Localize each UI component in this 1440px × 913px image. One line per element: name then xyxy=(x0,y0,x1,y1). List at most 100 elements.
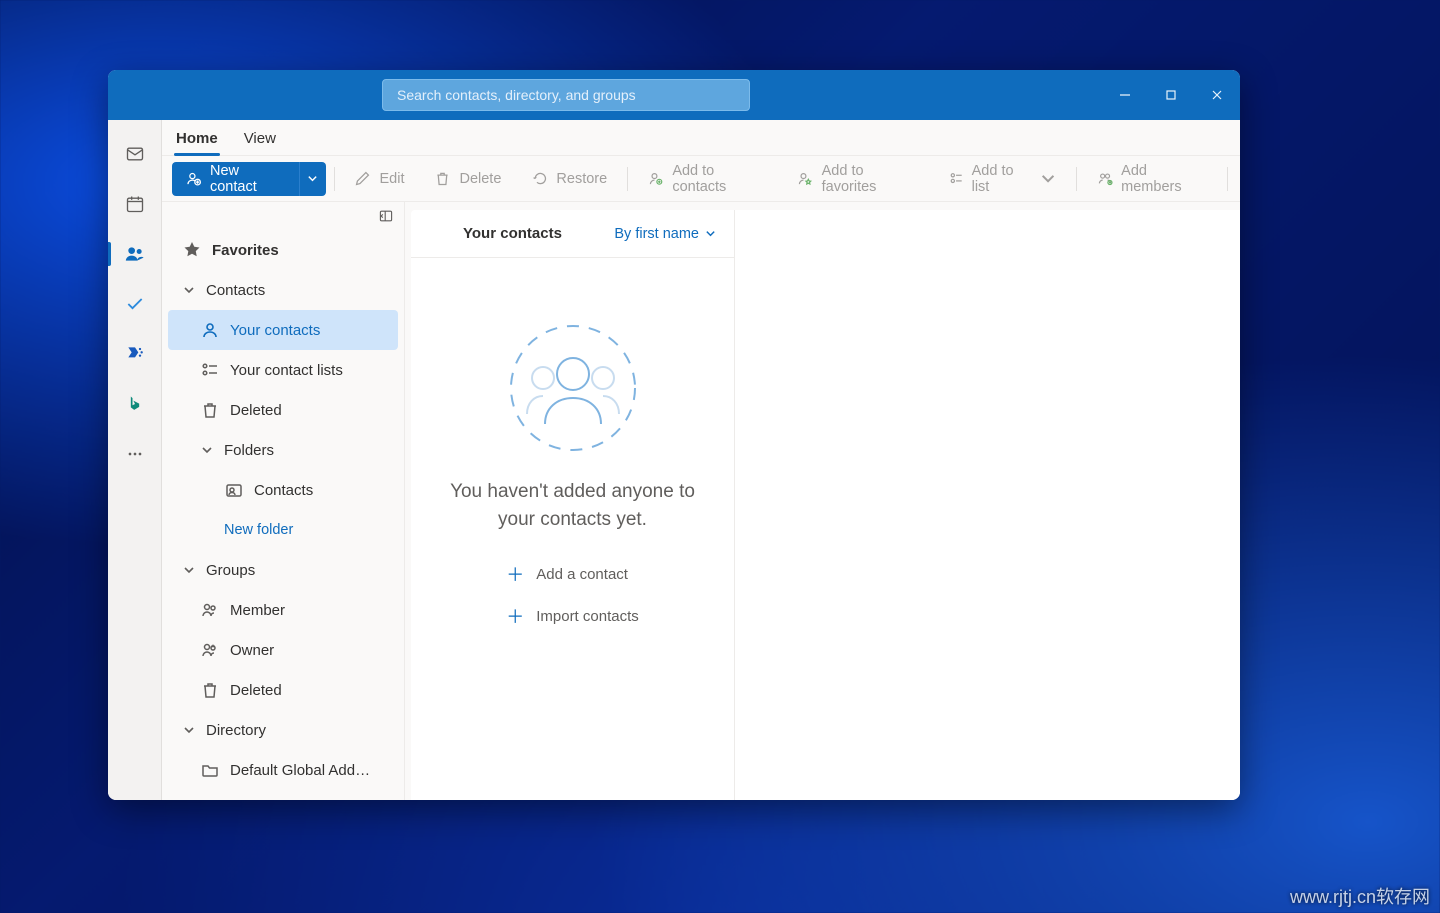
contact-lists-label: Your contact lists xyxy=(230,362,398,379)
restore-label: Restore xyxy=(556,171,607,187)
owner-icon xyxy=(200,640,220,660)
sort-label: By first name xyxy=(614,226,699,242)
separator xyxy=(1227,167,1228,191)
rail-people[interactable] xyxy=(108,238,162,270)
watermark: www.rjtj.cn软存网 xyxy=(1290,883,1430,909)
add-to-contacts-label: Add to contacts xyxy=(672,163,767,195)
nav-member[interactable]: Member xyxy=(168,590,398,630)
search-input[interactable] xyxy=(395,86,737,104)
add-to-favorites-label: Add to favorites xyxy=(822,163,918,195)
app-window: Home View New contact Edit Delete Restor… xyxy=(108,70,1240,800)
sidebar: Favorites Contacts Your contacts Your co… xyxy=(162,202,405,800)
folder-icon xyxy=(200,760,220,780)
favorites-label: Favorites xyxy=(212,242,398,259)
rail-calendar[interactable] xyxy=(108,188,162,220)
import-contacts-label: Import contacts xyxy=(536,608,639,625)
add-members-label: Add members xyxy=(1121,163,1207,195)
separator xyxy=(627,167,628,191)
nav-new-folder[interactable]: New folder xyxy=(168,510,398,550)
nav-groups[interactable]: Groups xyxy=(168,550,398,590)
add-contact-action[interactable]: ＋ Add a contact xyxy=(506,561,639,587)
detail-column xyxy=(735,210,1240,800)
restore-button: Restore xyxy=(519,162,619,196)
list-header: Your contacts By first name xyxy=(411,210,734,258)
directory-label: Directory xyxy=(206,722,398,739)
chevron-down-icon xyxy=(705,228,716,239)
edit-button: Edit xyxy=(342,162,416,196)
new-contact-label: New contact xyxy=(210,163,285,195)
add-to-contacts-button: Add to contacts xyxy=(636,162,779,196)
content: Favorites Contacts Your contacts Your co… xyxy=(162,202,1240,800)
default-gal-label: Default Global Add… xyxy=(230,762,398,779)
nav-contacts-group[interactable]: Contacts xyxy=(168,270,398,310)
separator xyxy=(334,167,335,191)
add-members-button: Add members xyxy=(1085,162,1219,196)
delete-button: Delete xyxy=(422,162,513,196)
your-contacts-label: Your contacts xyxy=(230,322,398,339)
list-icon xyxy=(200,360,220,380)
member-icon xyxy=(200,600,220,620)
nav-owner[interactable]: Owner xyxy=(168,630,398,670)
contact-folder-icon xyxy=(224,480,244,500)
folder-contacts-label: Contacts xyxy=(254,482,398,499)
sort-dropdown[interactable]: By first name xyxy=(614,226,716,242)
plus-icon: ＋ xyxy=(506,561,522,587)
search-box[interactable] xyxy=(382,79,750,111)
nav-your-contacts[interactable]: Your contacts xyxy=(168,310,398,350)
deleted-label: Deleted xyxy=(230,402,398,419)
chevron-down-icon xyxy=(182,724,196,736)
star-icon xyxy=(182,240,202,260)
new-contact-dropdown[interactable] xyxy=(299,162,326,196)
new-folder-label: New folder xyxy=(224,522,398,538)
nav-folders[interactable]: Folders xyxy=(168,430,398,470)
nav-tree: Favorites Contacts Your contacts Your co… xyxy=(162,230,404,800)
tabs: Home View xyxy=(162,120,1240,156)
nav-groups-deleted[interactable]: Deleted xyxy=(168,670,398,710)
tab-home[interactable]: Home xyxy=(174,124,220,155)
list-title: Your contacts xyxy=(463,225,562,242)
delete-label: Delete xyxy=(459,171,501,187)
window-controls xyxy=(1102,70,1240,120)
separator xyxy=(1076,167,1077,191)
plus-icon: ＋ xyxy=(506,603,522,629)
trash-icon xyxy=(200,680,220,700)
new-contact-split: New contact xyxy=(172,162,326,196)
nav-favorites[interactable]: Favorites xyxy=(168,230,398,270)
import-contacts-action[interactable]: ＋ Import contacts xyxy=(506,603,639,629)
rail-more[interactable] xyxy=(108,438,162,470)
close-button[interactable] xyxy=(1194,70,1240,120)
member-label: Member xyxy=(230,602,398,619)
empty-illustration xyxy=(503,318,643,458)
maximize-button[interactable] xyxy=(1148,70,1194,120)
nav-directory[interactable]: Directory xyxy=(168,710,398,750)
groups-label: Groups xyxy=(206,562,398,579)
add-contact-label: Add a contact xyxy=(536,566,628,583)
owner-label: Owner xyxy=(230,642,398,659)
tab-view[interactable]: View xyxy=(242,124,278,155)
add-to-list-button: Add to list xyxy=(936,162,1069,196)
groups-deleted-label: Deleted xyxy=(230,682,398,699)
ribbon: New contact Edit Delete Restore Add to c… xyxy=(162,156,1240,202)
add-to-list-label: Add to list xyxy=(972,163,1032,195)
rail-mail[interactable] xyxy=(108,138,162,170)
chevron-down-icon xyxy=(182,564,196,576)
nav-default-gal[interactable]: Default Global Add… xyxy=(168,750,398,790)
contacts-label: Contacts xyxy=(206,282,398,299)
rail-yammer[interactable] xyxy=(108,338,162,370)
sidebar-collapse[interactable] xyxy=(162,202,404,230)
nav-deleted[interactable]: Deleted xyxy=(168,390,398,430)
person-icon xyxy=(200,320,220,340)
new-contact-button[interactable]: New contact xyxy=(172,162,299,196)
nav-folder-contacts[interactable]: Contacts xyxy=(168,470,398,510)
chevron-down-icon xyxy=(182,284,196,296)
empty-actions: ＋ Add a contact ＋ Import contacts xyxy=(506,561,639,629)
titlebar xyxy=(108,70,1240,120)
edit-label: Edit xyxy=(379,171,404,187)
rail-todo[interactable] xyxy=(108,288,162,320)
folders-label: Folders xyxy=(224,442,398,459)
minimize-button[interactable] xyxy=(1102,70,1148,120)
nav-contact-lists[interactable]: Your contact lists xyxy=(168,350,398,390)
rail-bing[interactable] xyxy=(108,388,162,420)
list-column: Your contacts By first name xyxy=(411,210,735,800)
chevron-down-icon xyxy=(1040,170,1056,187)
